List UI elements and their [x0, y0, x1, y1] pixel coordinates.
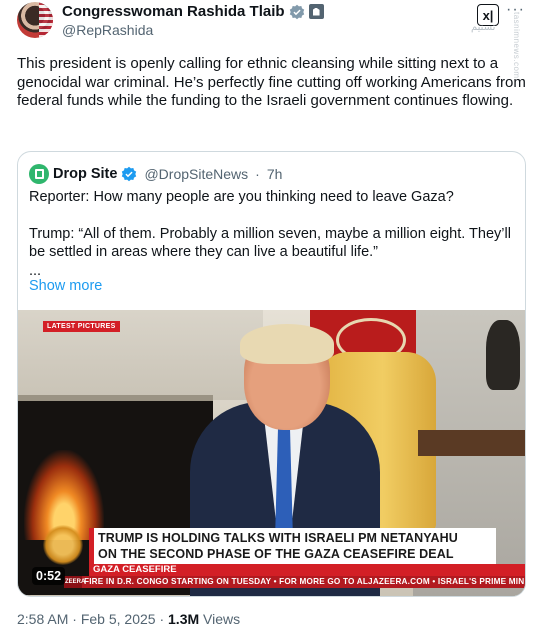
watermark-corner: تسنیم [471, 22, 496, 33]
author-name-row: Congresswoman Rashida Tlaib [62, 3, 324, 20]
tweet: Congresswoman Rashida Tlaib @RepRashida … [0, 0, 542, 629]
headline-line-1: TRUMP IS HOLDING TALKS WITH ISRAELI PM N… [98, 531, 458, 545]
quoted-verified-badge-icon [122, 166, 137, 182]
ticker-brand: ZEERA [64, 576, 85, 588]
video-duration: 0:52 [32, 567, 66, 585]
ticker-text: FIRE IN D.R. CONGO STARTING ON TUESDAY •… [84, 577, 525, 586]
quoted-header: Drop Site @DropSiteNews · 7h [29, 164, 282, 184]
meta-dot-1: · [72, 611, 77, 627]
aljazeera-logo-icon [43, 525, 83, 565]
news-ticker: ZEERA FIRE IN D.R. CONGO STARTING ON TUE… [64, 576, 525, 588]
news-lower-third: TRUMP IS HOLDING TALKS WITH ISRAELI PM N… [89, 528, 496, 564]
latest-pictures-tag: LATEST PICTURES [43, 321, 120, 332]
tweet-text: This president is openly calling for eth… [17, 55, 526, 110]
quoted-handle[interactable]: @DropSiteNews [144, 166, 248, 182]
quoted-ellipsis: ... [29, 262, 42, 279]
quoted-separator: · [255, 166, 260, 182]
bust [486, 320, 520, 390]
quoted-line-1: Reporter: How many people are you thinki… [29, 189, 454, 205]
quoted-display-name[interactable]: Drop Site [53, 166, 117, 182]
video-player[interactable]: LATEST PICTURES TRUMP IS HOLDING TALKS W… [18, 310, 525, 596]
quoted-tweet[interactable]: Drop Site @DropSiteNews · 7h Reporter: H… [17, 151, 526, 597]
segment-label: GAZA CEASEFIRE [93, 564, 177, 575]
quoted-age[interactable]: 7h [267, 166, 283, 182]
author-avatar[interactable] [17, 2, 53, 38]
views-count[interactable]: 1.3M [168, 611, 199, 627]
tweet-date[interactable]: Feb 5, 2025 [81, 611, 156, 627]
show-more-link[interactable]: Show more [29, 278, 102, 294]
quoted-text: Reporter: How many people are you thinki… [29, 188, 519, 280]
verified-badge-icon [289, 4, 304, 19]
segment-band: GAZA CEASEFIRE [89, 564, 525, 576]
dropsite-logo-icon [29, 164, 49, 184]
tweet-time[interactable]: 2:58 AM [17, 611, 68, 627]
government-badge-icon [308, 4, 324, 19]
views-label: Views [203, 611, 241, 627]
headline-line-2: ON THE SECOND PHASE OF THE GAZA CEASEFIR… [98, 547, 454, 561]
quoted-line-2: Trump: “All of them. Probably a million … [29, 225, 511, 261]
author-display-name[interactable]: Congresswoman Rashida Tlaib [62, 3, 285, 20]
author-handle[interactable]: @RepRashida [62, 22, 153, 38]
tweet-meta: 2:58 AM · Feb 5, 2025 · 1.3M Views [17, 611, 240, 627]
meta-dot-2: · [159, 611, 165, 627]
